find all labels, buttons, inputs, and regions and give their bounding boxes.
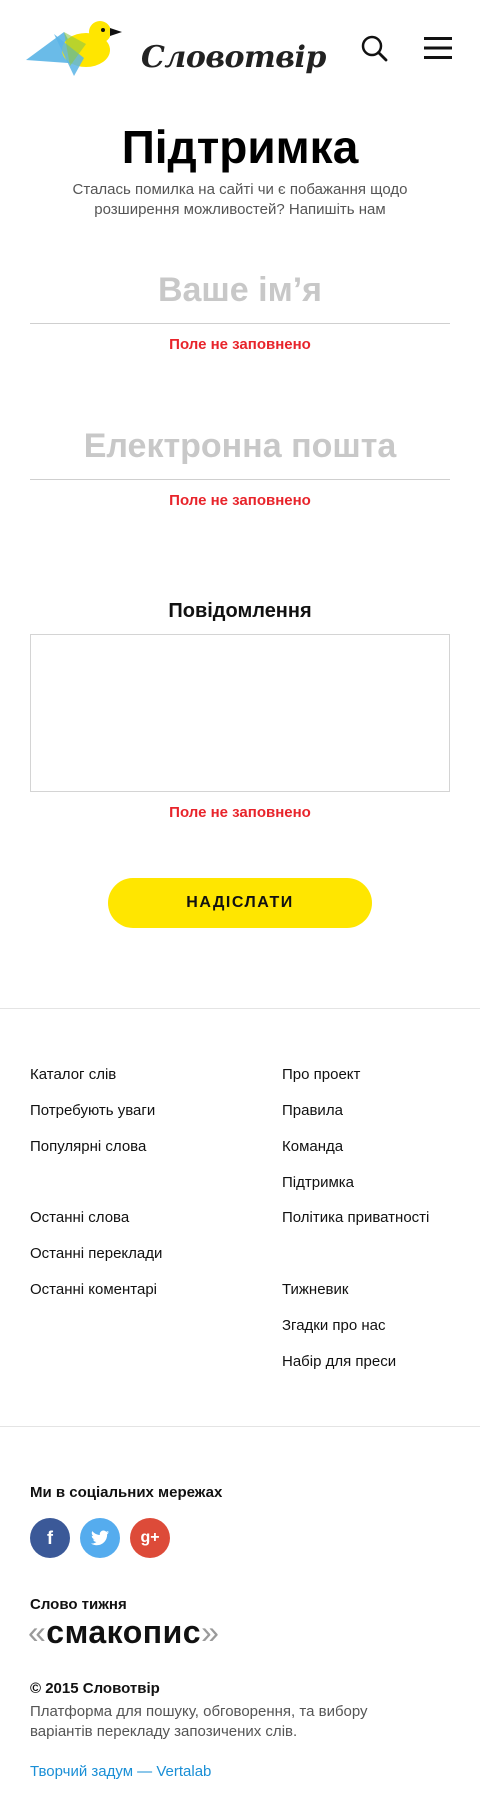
submit-button[interactable]: НАДІСЛАТИ — [108, 878, 372, 928]
search-icon[interactable] — [360, 34, 388, 62]
word-of-week-text: смакопис — [46, 1614, 202, 1650]
quote-close: » — [201, 1614, 220, 1650]
email-input[interactable] — [30, 414, 450, 480]
social-title: Ми в соціальних мережах — [30, 1484, 223, 1501]
footer-link-catalog[interactable]: Каталог слів — [30, 1066, 116, 1083]
footer-link-weekly[interactable]: Тижневик — [282, 1281, 348, 1298]
google-plus-icon: g+ — [140, 1529, 160, 1546]
footer-link-mentions[interactable]: Згадки про нас — [282, 1317, 386, 1334]
page-subtitle: Сталась помилка на сайті чи є побажання … — [72, 181, 408, 218]
logo-text: Словотвір — [141, 40, 326, 75]
message-label: Повідомлення — [168, 600, 312, 622]
site-description: Платформа для пошуку, обговорення, та ви… — [30, 1703, 368, 1740]
copyright: © 2015 Словотвір — [30, 1680, 160, 1697]
message-textarea[interactable] — [30, 634, 450, 792]
header: Словотвір — [0, 0, 480, 96]
google-plus-button[interactable]: g+ — [130, 1518, 170, 1558]
facebook-icon: f — [47, 1528, 53, 1548]
word-of-week[interactable]: «смакопис» — [28, 1614, 219, 1651]
facebook-button[interactable]: f — [30, 1518, 70, 1558]
footer-link-latest-comments[interactable]: Останні коментарі — [30, 1281, 157, 1298]
quote-open: « — [28, 1614, 47, 1650]
footer-link-latest-words[interactable]: Останні слова — [30, 1209, 129, 1226]
credit-link[interactable]: Творчий задум — Vertalab — [30, 1763, 211, 1780]
page-title: Підтримка — [121, 121, 359, 173]
email-error: Поле не заповнено — [169, 492, 311, 509]
footer-link-need-attention[interactable]: Потребують уваги — [30, 1102, 155, 1119]
twitter-button[interactable] — [80, 1518, 120, 1558]
bird-logo-icon — [26, 21, 122, 76]
logo[interactable]: Словотвір — [24, 14, 326, 80]
twitter-icon — [91, 1530, 109, 1546]
word-of-week-label: Слово тижня — [30, 1596, 127, 1613]
footer-link-team[interactable]: Команда — [282, 1138, 343, 1155]
name-error: Поле не заповнено — [169, 336, 311, 353]
message-error: Поле не заповнено — [169, 804, 311, 821]
footer-link-rules[interactable]: Правила — [282, 1102, 343, 1119]
footer-link-about[interactable]: Про проект — [282, 1066, 360, 1083]
footer-divider-top — [0, 1008, 480, 1009]
name-input[interactable] — [30, 258, 450, 324]
footer-divider-bottom — [0, 1426, 480, 1427]
footer-link-privacy[interactable]: Політика приватності — [282, 1209, 429, 1226]
footer-link-press-kit[interactable]: Набір для преси — [282, 1353, 396, 1370]
footer-link-support[interactable]: Підтримка — [282, 1174, 354, 1191]
footer-link-popular[interactable]: Популярні слова — [30, 1138, 146, 1155]
menu-icon[interactable] — [424, 36, 452, 60]
footer-link-latest-translations[interactable]: Останні переклади — [30, 1245, 162, 1262]
